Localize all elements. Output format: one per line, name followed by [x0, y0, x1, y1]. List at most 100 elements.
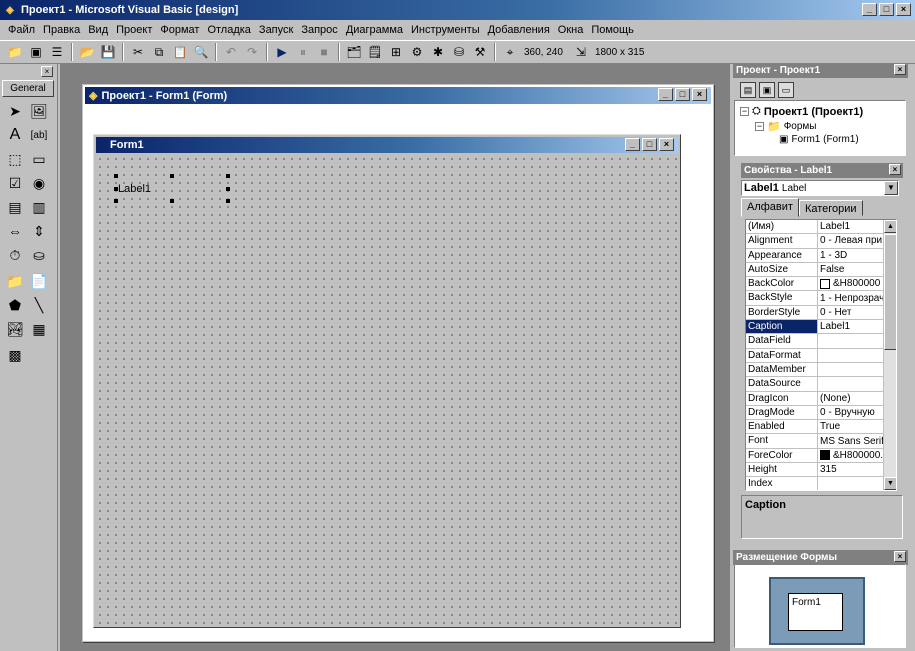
scroll-up-icon[interactable]: ▲ — [884, 220, 896, 233]
property-row[interactable]: Appearance 1 - 3D — [746, 248, 896, 263]
property-row[interactable]: BackColor &H800000 — [746, 277, 896, 292]
add-form-icon[interactable]: ▣ — [27, 43, 45, 61]
menu-format[interactable]: Формат — [156, 24, 203, 36]
form-layout-close-button[interactable]: × — [894, 551, 906, 562]
properties-scrollbar[interactable]: ▲ ▼ — [883, 220, 896, 490]
optionbutton-tool-icon[interactable]: ◉ — [28, 172, 50, 194]
menu-debug[interactable]: Отладка — [203, 24, 254, 36]
add-project-icon[interactable]: 📁 — [6, 43, 24, 61]
resize-handle[interactable] — [114, 187, 118, 191]
project-explorer-close-button[interactable]: × — [894, 64, 906, 75]
menu-query[interactable]: Запрос — [297, 24, 341, 36]
break-icon[interactable]: ⏸ — [294, 43, 312, 61]
data-tool-icon[interactable]: ▦ — [28, 318, 50, 340]
designer-maximize-button[interactable]: □ — [675, 88, 690, 101]
redo-icon[interactable]: ↷ — [243, 43, 261, 61]
property-row[interactable]: Height 315 — [746, 463, 896, 478]
combobox-tool-icon[interactable]: ▤ — [4, 196, 26, 218]
resize-handle[interactable] — [226, 199, 230, 203]
picturebox-tool-icon[interactable]: 🖼 — [28, 100, 50, 122]
image-tool-icon[interactable]: 🏞 — [4, 318, 26, 340]
pointer-tool-icon[interactable]: ➤ — [4, 100, 26, 122]
toolbox-tab-general[interactable]: General — [2, 80, 54, 97]
save-project-icon[interactable]: 💾 — [99, 43, 117, 61]
data-view-icon[interactable]: ⛁ — [450, 43, 468, 61]
object-selector[interactable]: Label1 Label ▼ — [741, 180, 899, 196]
dirlistbox-tool-icon[interactable]: 📁 — [4, 270, 26, 292]
designer-close-button[interactable]: × — [692, 88, 707, 101]
ole-tool-icon[interactable]: ▩ — [4, 344, 26, 366]
designer-minimize-button[interactable]: _ — [658, 88, 673, 101]
properties-close-button[interactable]: × — [889, 164, 901, 175]
property-row[interactable]: Font MS Sans Serif — [746, 434, 896, 449]
resize-handle[interactable] — [170, 199, 174, 203]
cut-icon[interactable]: ✂ — [129, 43, 147, 61]
properties-window-icon[interactable]: 🗒 — [366, 43, 384, 61]
find-icon[interactable]: 🔍 — [192, 43, 210, 61]
undo-icon[interactable]: ↶ — [222, 43, 240, 61]
tab-alphabetic[interactable]: Алфавит — [741, 198, 799, 217]
checkbox-tool-icon[interactable]: ☑ — [4, 172, 26, 194]
object-browser-icon[interactable]: ⚙ — [408, 43, 426, 61]
resize-handle[interactable] — [226, 174, 230, 178]
designer-title-bar[interactable]: ◈ Проект1 - Form1 (Form) _ □ × — [85, 87, 711, 104]
timer-tool-icon[interactable]: ⏱ — [4, 244, 26, 266]
toolbox-icon[interactable]: ✱ — [429, 43, 447, 61]
label1-control[interactable]: Label1 — [118, 183, 151, 195]
chevron-down-icon[interactable]: ▼ — [884, 181, 898, 195]
menu-run[interactable]: Запуск — [255, 24, 297, 36]
resize-handle[interactable] — [170, 174, 174, 178]
tree-node-project[interactable]: − ⛭ Проект1 (Проект1) — [740, 105, 863, 118]
listbox-tool-icon[interactable]: ▥ — [28, 196, 50, 218]
copy-icon[interactable]: ⧉ — [150, 43, 168, 61]
drivelistbox-tool-icon[interactable]: ⛀ — [28, 244, 50, 266]
toggle-folders-icon[interactable]: ▭ — [778, 82, 794, 98]
project-explorer-icon[interactable]: 🗂 — [345, 43, 363, 61]
collapse-icon[interactable]: − — [740, 107, 749, 116]
hscrollbar-tool-icon[interactable]: ⇔ — [4, 220, 26, 242]
form-close-button[interactable]: × — [659, 138, 674, 151]
filelistbox-tool-icon[interactable]: 📄 — [28, 270, 50, 292]
line-tool-icon[interactable]: ╲ — [28, 294, 50, 316]
view-object-icon[interactable]: ▣ — [759, 82, 775, 98]
resize-handle[interactable] — [226, 187, 230, 191]
property-row[interactable]: DataSource — [746, 377, 896, 392]
form-layout-header[interactable]: Размещение Формы × — [733, 550, 908, 565]
menu-view[interactable]: Вид — [84, 24, 112, 36]
property-row[interactable]: DragMode 0 - Вручную — [746, 405, 896, 421]
label-tool-icon[interactable]: A — [4, 124, 26, 146]
form-layout-icon[interactable]: ⊞ — [387, 43, 405, 61]
scroll-down-icon[interactable]: ▼ — [884, 477, 896, 490]
minimize-button[interactable]: _ — [862, 3, 877, 16]
form-design-grid[interactable]: Label1 — [96, 155, 678, 625]
tree-node-forms[interactable]: − 📁 Формы — [755, 120, 817, 133]
form-maximize-button[interactable]: □ — [642, 138, 657, 151]
component-manager-icon[interactable]: ⚒ — [471, 43, 489, 61]
property-row[interactable]: (Имя) Label1 — [746, 220, 896, 235]
properties-header[interactable]: Свойства - Label1 × — [741, 163, 903, 178]
property-row[interactable]: BorderStyle 0 - Нет — [746, 305, 896, 321]
menu-help[interactable]: Помощь — [587, 24, 638, 36]
property-row[interactable]: DataFormat — [746, 348, 896, 363]
property-row[interactable]: DragIcon (None) — [746, 391, 896, 406]
tab-categorized[interactable]: Категории — [798, 200, 863, 216]
resize-handle[interactable] — [114, 174, 118, 178]
menu-diagram[interactable]: Диаграмма — [342, 24, 407, 36]
vscrollbar-tool-icon[interactable]: ⇕ — [28, 220, 50, 242]
textbox-tool-icon[interactable]: [ab] — [28, 124, 50, 146]
open-project-icon[interactable]: 📂 — [78, 43, 96, 61]
main-title-bar[interactable]: ◈ Проект1 - Microsoft Visual Basic [desi… — [0, 0, 915, 20]
resize-handle[interactable] — [114, 199, 118, 203]
view-code-icon[interactable]: ▤ — [740, 82, 756, 98]
toolbox-close-button[interactable]: × — [41, 66, 53, 77]
form-title-bar[interactable]: Form1 _ □ × — [96, 137, 678, 153]
project-explorer-header[interactable]: Проект - Проект1 × — [733, 63, 908, 78]
menu-tools[interactable]: Инструменты — [407, 24, 484, 36]
end-icon[interactable]: ■ — [315, 43, 333, 61]
form-layout-form[interactable]: Form1 — [788, 593, 843, 631]
property-row[interactable]: ForeColor &H800000. — [746, 448, 896, 464]
property-row[interactable]: Caption Label1 — [746, 320, 896, 335]
menu-window[interactable]: Окна — [554, 24, 588, 36]
paste-icon[interactable]: 📋 — [171, 43, 189, 61]
menu-project[interactable]: Проект — [112, 24, 156, 36]
